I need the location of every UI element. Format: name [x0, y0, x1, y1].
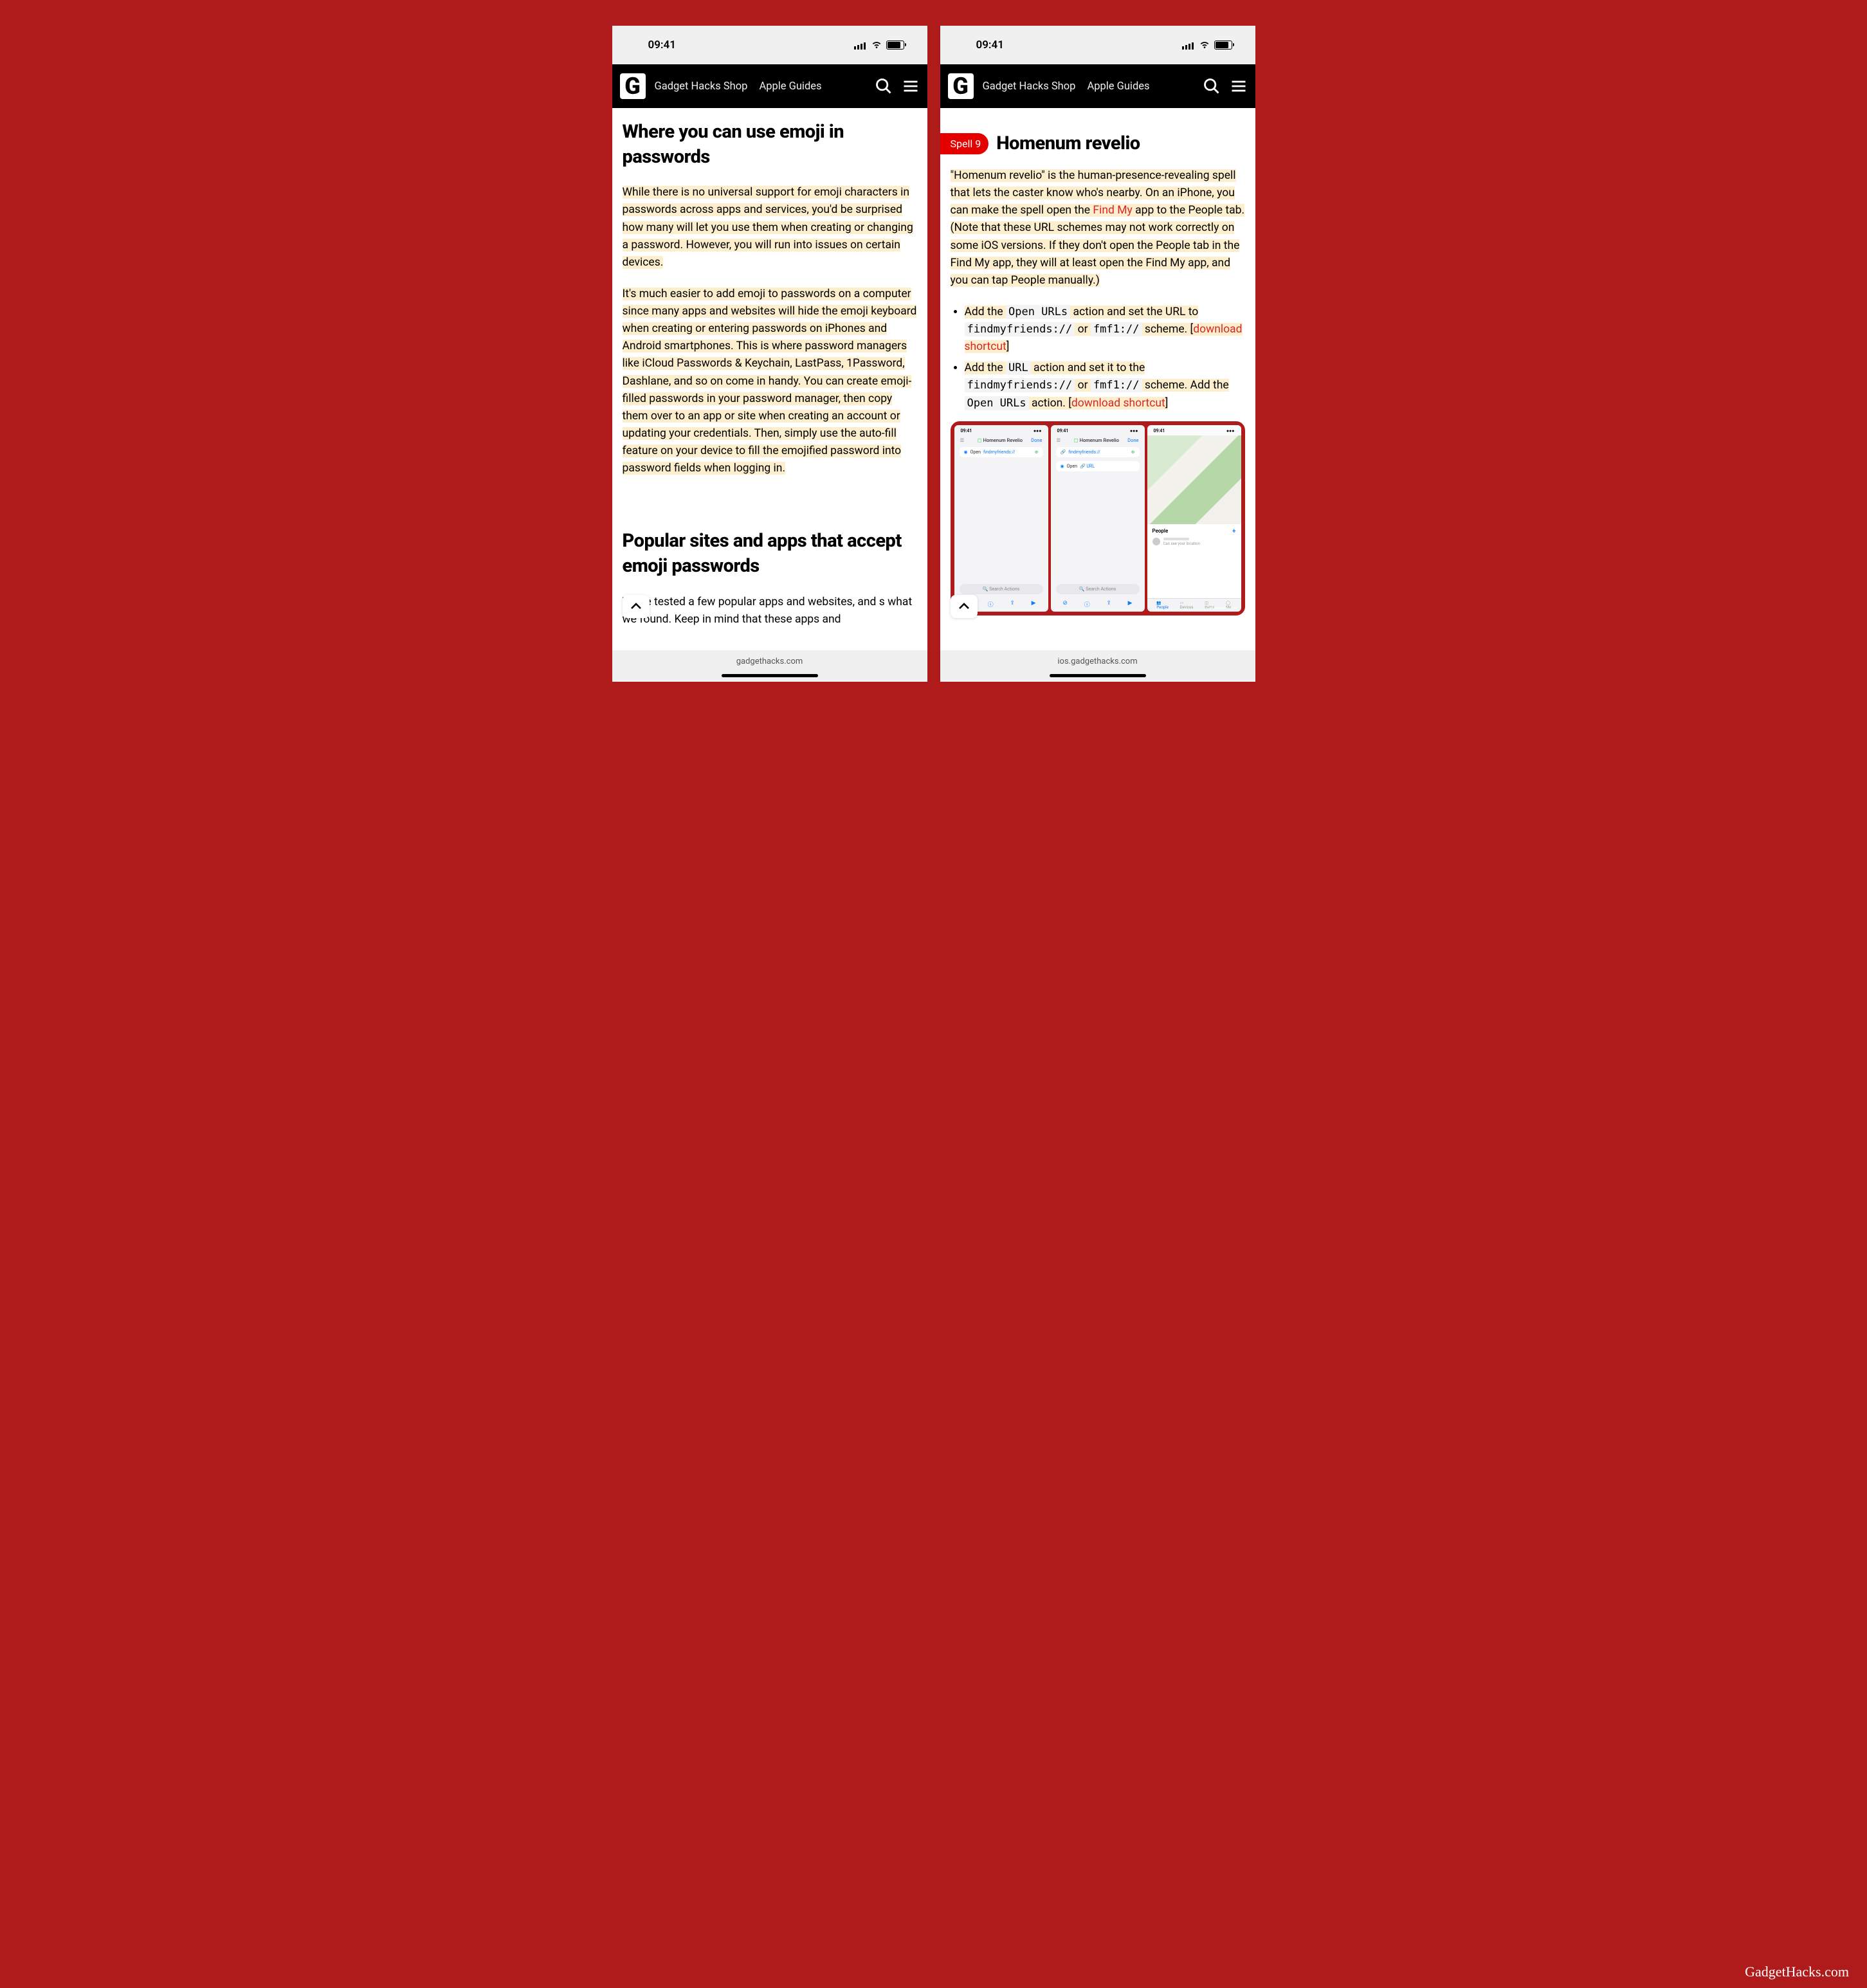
paragraph-1: While there is no universal support for …	[623, 184, 917, 271]
nav-link-shop[interactable]: Gadget Hacks Shop	[655, 80, 748, 93]
nav-link-guides[interactable]: Apple Guides	[1087, 80, 1149, 93]
inline-screenshot-trio: 09:41●●● ☰ ▢ Homenum Revelio Done ◉Open …	[951, 421, 1245, 616]
phone-right: 09:41 G Gadget Hacks Shop Apple Guides S	[940, 26, 1255, 682]
heading-emoji-passwords: Where you can use emoji in passwords	[623, 120, 917, 170]
phone-left: 09:41 G Gadget Hacks Shop Apple Guides W…	[612, 26, 927, 682]
status-indicators	[854, 41, 904, 50]
address-domain[interactable]: gadgethacks.com	[736, 657, 803, 666]
page-watermark: GadgetHacks.com	[1745, 1964, 1849, 1980]
browser-bottom-bar: gadgethacks.com	[612, 650, 927, 682]
hamburger-icon[interactable]	[902, 77, 920, 95]
download-shortcut-link[interactable]: download shortcut	[1071, 397, 1165, 410]
status-bar: 09:41	[612, 26, 927, 64]
address-domain[interactable]: ios.gadgethacks.com	[1057, 657, 1137, 666]
heading-popular-sites: Popular sites and apps that accept emoji…	[623, 529, 917, 579]
site-logo[interactable]: G	[620, 73, 646, 99]
nav-link-guides[interactable]: Apple Guides	[759, 80, 821, 93]
cellular-icon	[854, 41, 867, 50]
spell-heading-row: Spell 9 Homenum revelio	[940, 132, 1245, 154]
status-time: 09:41	[648, 39, 676, 51]
battery-icon	[886, 41, 904, 50]
search-icon[interactable]	[1203, 77, 1221, 95]
site-header: G Gadget Hacks Shop Apple Guides	[612, 64, 927, 108]
status-time: 09:41	[976, 39, 1004, 51]
hamburger-icon[interactable]	[1230, 77, 1248, 95]
nav-links: Gadget Hacks Shop Apple Guides	[655, 80, 866, 93]
site-logo[interactable]: G	[948, 73, 974, 99]
dual-screenshot-container: 09:41 G Gadget Hacks Shop Apple Guides W…	[26, 26, 1841, 682]
list-item: Add the URL action and set it to the fin…	[965, 360, 1245, 412]
inline-watermark: GadgetHacks.com	[1207, 606, 1237, 610]
instruction-list: Add the Open URLs action and set the URL…	[951, 304, 1245, 412]
list-item: Add the Open URLs action and set the URL…	[965, 304, 1245, 356]
paragraph-2: It's much easier to add emoji to passwor…	[623, 286, 917, 477]
map-icon	[1147, 435, 1241, 524]
article-content-left[interactable]: Where you can use emoji in passwords Whi…	[612, 108, 927, 650]
screenshot-panel-1: 09:41●●● ☰ ▢ Homenum Revelio Done ◉Open …	[954, 425, 1048, 612]
status-bar: 09:41	[940, 26, 1255, 64]
chevron-up-icon	[958, 603, 970, 610]
paragraph-3: We've tested a few popular apps and webs…	[623, 594, 917, 628]
scroll-to-top-button[interactable]	[623, 595, 650, 618]
nav-links: Gadget Hacks Shop Apple Guides	[983, 80, 1194, 93]
find-my-link[interactable]: Find My	[1093, 204, 1132, 217]
spell-badge: Spell 9	[940, 133, 989, 154]
wifi-icon	[871, 41, 882, 50]
status-indicators	[1182, 41, 1232, 50]
home-indicator[interactable]	[722, 674, 818, 677]
battery-icon	[1214, 41, 1232, 50]
screenshot-panel-3: 09:41●●● People+ Can see your location 👥…	[1147, 425, 1241, 612]
screenshot-panel-2: 09:41●●● ☰ ▢ Homenum Revelio Done 🔗findm…	[1051, 425, 1145, 612]
search-icon[interactable]	[875, 77, 893, 95]
spell-title: Homenum revelio	[996, 132, 1140, 154]
intro-paragraph: "Homenum revelio" is the human-presence-…	[951, 167, 1245, 289]
article-content-right[interactable]: Spell 9 Homenum revelio "Homenum revelio…	[940, 108, 1255, 650]
browser-bottom-bar: ios.gadgethacks.com	[940, 650, 1255, 682]
wifi-icon	[1199, 41, 1210, 50]
scroll-to-top-button[interactable]	[951, 595, 978, 618]
nav-link-shop[interactable]: Gadget Hacks Shop	[983, 80, 1076, 93]
site-header: G Gadget Hacks Shop Apple Guides	[940, 64, 1255, 108]
cellular-icon	[1182, 41, 1195, 50]
chevron-up-icon	[630, 603, 642, 610]
home-indicator[interactable]	[1050, 674, 1146, 677]
